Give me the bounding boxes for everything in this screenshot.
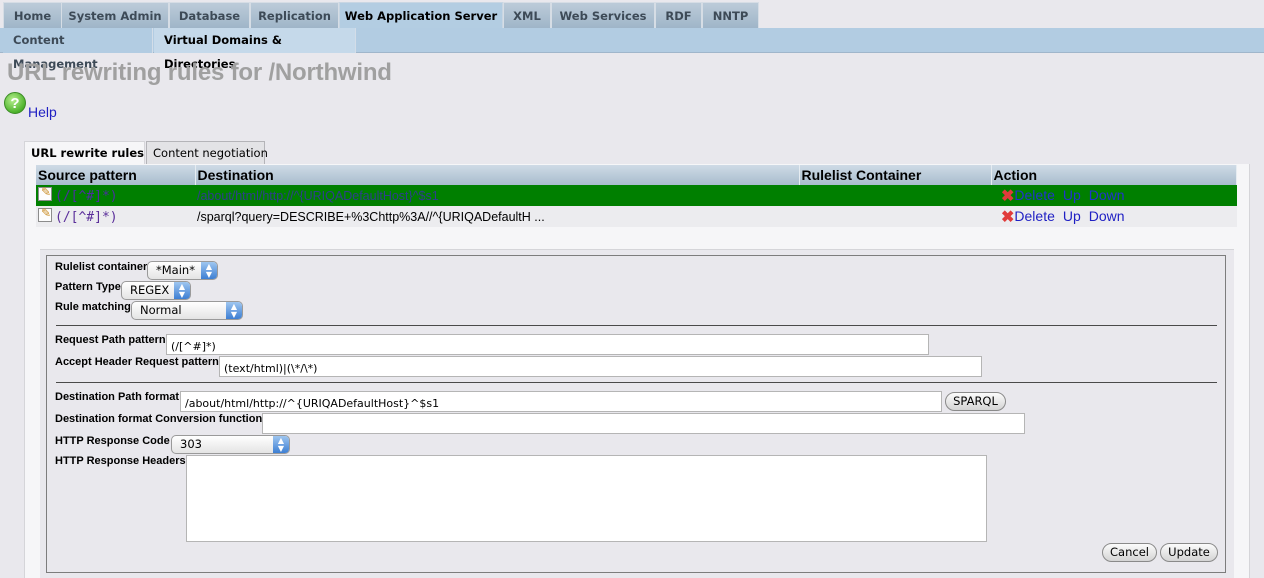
- pattern-type-value: REGEX: [130, 283, 170, 297]
- col-source-pattern: Source pattern: [36, 165, 196, 185]
- rule-matching-label: Rule matching: [55, 301, 131, 313]
- source-cell: (/[^#]*): [36, 206, 195, 227]
- request-path-pattern-label: Request Path pattern: [55, 334, 166, 346]
- delete-link[interactable]: Delete: [1014, 208, 1054, 224]
- update-button[interactable]: Update: [1160, 543, 1218, 562]
- edit-icon[interactable]: [38, 206, 52, 222]
- delete-icon[interactable]: ✖: [1001, 209, 1014, 226]
- destination-path-format-label: Destination Path format: [55, 391, 180, 403]
- subtab-content-management[interactable]: Content Management: [3, 28, 153, 71]
- http-response-code-label: HTTP Response Code: [55, 435, 170, 447]
- http-response-code-select[interactable]: 303 ▲ ▼: [171, 435, 290, 454]
- subtab-virtual-domains[interactable]: Virtual Domains & Directories: [154, 28, 356, 71]
- rulelist-container-label: Rulelist container: [55, 261, 148, 273]
- http-response-headers-label: HTTP Response Headers: [55, 455, 186, 467]
- col-rulelist-container: Rulelist Container: [799, 165, 992, 185]
- help-icon[interactable]: ?: [4, 92, 26, 114]
- http-response-code-value: 303: [180, 437, 202, 451]
- select-arrows-icon: ▲ ▼: [273, 436, 289, 453]
- tab-nntp[interactable]: NNTP: [702, 2, 759, 28]
- action-cell: ✖Delete Up Down: [991, 185, 1237, 206]
- table-row[interactable]: (/[^#]*) /sparql?query=DESCRIBE+%3Chttp%…: [36, 206, 1237, 227]
- tab-url-rewrite-rules[interactable]: URL rewrite rules: [24, 141, 145, 165]
- divider: [56, 382, 1217, 383]
- help-link[interactable]: Help: [28, 104, 57, 120]
- tab-web-services[interactable]: Web Services: [551, 2, 655, 28]
- conversion-function-input[interactable]: [262, 413, 1025, 434]
- tab-home[interactable]: Home: [3, 2, 62, 28]
- request-path-pattern-input[interactable]: (/[^#]*): [166, 334, 929, 355]
- edit-icon[interactable]: [38, 185, 52, 201]
- tab-xml[interactable]: XML: [503, 2, 551, 28]
- tab-content-negotiation[interactable]: Content negotiation: [146, 141, 268, 164]
- tab-system-admin[interactable]: System Admin: [61, 2, 169, 28]
- tab-rdf[interactable]: RDF: [655, 2, 702, 28]
- delete-link[interactable]: Delete: [1014, 187, 1054, 203]
- divider: [56, 325, 1217, 326]
- select-arrows-icon: ▲ ▼: [174, 282, 190, 299]
- http-response-headers-textarea[interactable]: [186, 455, 987, 542]
- tab-database[interactable]: Database: [169, 2, 250, 28]
- sparql-button[interactable]: SPARQL: [945, 392, 1006, 411]
- sub-nav: Content Management Virtual Domains & Dir…: [0, 28, 1264, 71]
- rulelist-container-select[interactable]: *Main* ▲ ▼: [147, 261, 218, 280]
- page-title: URL rewriting rules for /Northwind: [7, 59, 392, 86]
- rules-table: Source pattern Destination Rulelist Cont…: [36, 165, 1237, 227]
- delete-icon[interactable]: ✖: [1001, 188, 1014, 205]
- accept-header-pattern-input[interactable]: (text/html)|(\*/\*): [219, 356, 982, 377]
- rulelist-container-value: *Main*: [156, 263, 195, 277]
- tab-web-application-server[interactable]: Web Application Server: [339, 2, 503, 28]
- pattern-type-label: Pattern Type: [55, 281, 121, 293]
- up-link[interactable]: Up: [1063, 208, 1081, 224]
- destination-cell: /about/html/http://^{URIQADefaultHost}^$…: [195, 185, 799, 206]
- col-destination: Destination: [195, 165, 800, 185]
- source-link[interactable]: (/[^#]*): [55, 210, 118, 225]
- main-nav: Home System Admin Database Replication W…: [0, 0, 1264, 28]
- accept-header-pattern-label: Accept Header Request pattern: [55, 356, 219, 368]
- down-link[interactable]: Down: [1089, 187, 1125, 203]
- tab-replication[interactable]: Replication: [250, 2, 339, 28]
- rule-matching-value: Normal: [140, 303, 182, 317]
- rule-matching-select[interactable]: Normal ▲ ▼: [131, 301, 243, 320]
- container-cell: [799, 185, 991, 206]
- down-link[interactable]: Down: [1089, 208, 1125, 224]
- up-link[interactable]: Up: [1063, 187, 1081, 203]
- select-arrows-icon: ▲ ▼: [226, 302, 242, 319]
- cancel-button[interactable]: Cancel: [1102, 543, 1157, 562]
- pattern-type-select[interactable]: REGEX ▲ ▼: [121, 281, 191, 300]
- select-arrows-icon: ▲ ▼: [201, 262, 217, 279]
- page-margin: [1250, 164, 1264, 578]
- action-cell: ✖Delete Up Down: [991, 206, 1237, 227]
- source-link[interactable]: (/[^#]*): [55, 189, 118, 204]
- container-cell: [799, 206, 991, 227]
- conversion-function-label: Destination format Conversion function: [55, 413, 263, 425]
- col-action: Action: [991, 165, 1237, 185]
- destination-cell: /sparql?query=DESCRIBE+%3Chttp%3A//^{URI…: [195, 206, 799, 227]
- destination-path-format-input[interactable]: /about/html/http://^{URIQADefaultHost}^$…: [180, 391, 942, 412]
- source-cell: (/[^#]*): [36, 185, 195, 206]
- table-row[interactable]: (/[^#]*) /about/html/http://^{URIQADefau…: [36, 185, 1237, 206]
